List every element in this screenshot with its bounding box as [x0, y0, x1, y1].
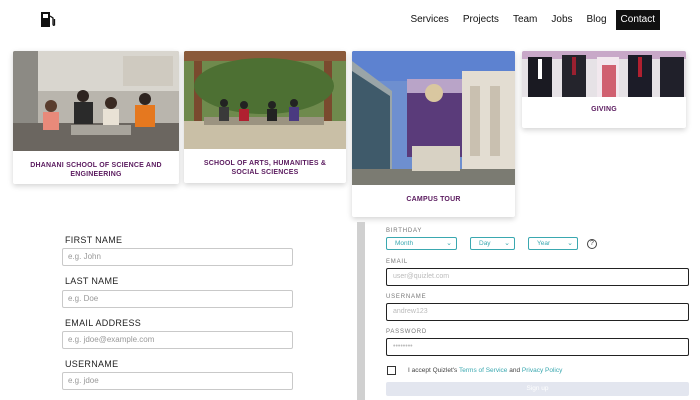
help-icon[interactable]: ?	[587, 239, 597, 249]
nav-projects[interactable]: Projects	[458, 11, 504, 29]
card-caption: GIVING	[591, 106, 617, 113]
column-divider	[357, 222, 365, 400]
month-select[interactable]: Month ⌄	[386, 237, 457, 250]
fuel-pump-logo-icon[interactable]	[40, 10, 56, 28]
email-address-input[interactable]: e.g. jdoe@example.com	[62, 331, 293, 349]
username-input[interactable]: e.g. jdoe	[62, 372, 293, 390]
username-label: USERNAME	[65, 359, 119, 369]
email-label: EMAIL	[386, 259, 409, 265]
nav-blog[interactable]: Blog	[582, 11, 612, 29]
day-value: Day	[479, 240, 491, 247]
chevron-down-icon: ⌄	[446, 240, 452, 247]
email-input[interactable]: user@quizlet.com	[386, 268, 689, 286]
month-value: Month	[395, 240, 414, 247]
last-name-input[interactable]: e.g. Doe	[62, 290, 293, 308]
site-header: Services Projects Team Jobs Blog Contact	[0, 0, 700, 42]
lab-students-photo	[13, 51, 179, 151]
first-name-label: FIRST NAME	[65, 235, 123, 245]
year-value: Year	[537, 240, 551, 247]
terms-prefix: I accept Quizlet's	[408, 367, 458, 374]
card-science-engineering[interactable]: DHANANI SCHOOL OF SCIENCE AND ENGINEERIN…	[13, 51, 179, 184]
last-name-label: LAST NAME	[65, 276, 119, 286]
password-label: PASSWORD	[386, 329, 427, 335]
nav-services[interactable]: Services	[405, 11, 453, 29]
year-select[interactable]: Year ⌄	[528, 237, 578, 250]
terms-checkbox[interactable]	[387, 366, 396, 375]
terms-and: and	[509, 367, 521, 374]
card-caption: SCHOOL OF ARTS, HUMANITIES & SOCIAL SCIE…	[203, 160, 327, 176]
main-nav: Services Projects Team Jobs Blog Contact	[401, 10, 660, 30]
username-input-right[interactable]: andrew123	[386, 303, 689, 321]
birthday-label: BIRTHDAY	[386, 228, 423, 234]
username-label-right: USERNAME	[386, 294, 427, 300]
day-select[interactable]: Day ⌄	[470, 237, 515, 250]
people-group-photo	[522, 51, 686, 97]
chevron-down-icon: ⌄	[567, 240, 573, 247]
email-address-label: EMAIL ADDRESS	[65, 318, 142, 328]
card-caption: DHANANI SCHOOL OF SCIENCE AND ENGINEERIN…	[30, 162, 162, 178]
card-caption: CAMPUS TOUR	[406, 196, 461, 203]
campus-building-photo	[352, 51, 515, 185]
nav-jobs[interactable]: Jobs	[546, 11, 577, 29]
card-arts-humanities[interactable]: SCHOOL OF ARTS, HUMANITIES & SOCIAL SCIE…	[184, 51, 346, 183]
card-campus-tour[interactable]: CAMPUS TOUR	[352, 51, 515, 217]
sign-up-button[interactable]: Sign up	[386, 382, 689, 396]
nav-team[interactable]: Team	[508, 11, 542, 29]
terms-text: I accept Quizlet's Terms of Service and …	[408, 366, 562, 375]
card-giving[interactable]: GIVING	[522, 51, 686, 128]
students-outdoor-photo	[184, 51, 346, 149]
first-name-input[interactable]: e.g. John	[62, 248, 293, 266]
terms-of-service-link[interactable]: Terms of Service	[459, 367, 507, 374]
nav-contact-button[interactable]: Contact	[615, 10, 660, 30]
chevron-down-icon: ⌄	[504, 240, 510, 247]
password-input[interactable]: ••••••••	[386, 338, 689, 356]
privacy-policy-link[interactable]: Privacy Policy	[522, 367, 562, 374]
